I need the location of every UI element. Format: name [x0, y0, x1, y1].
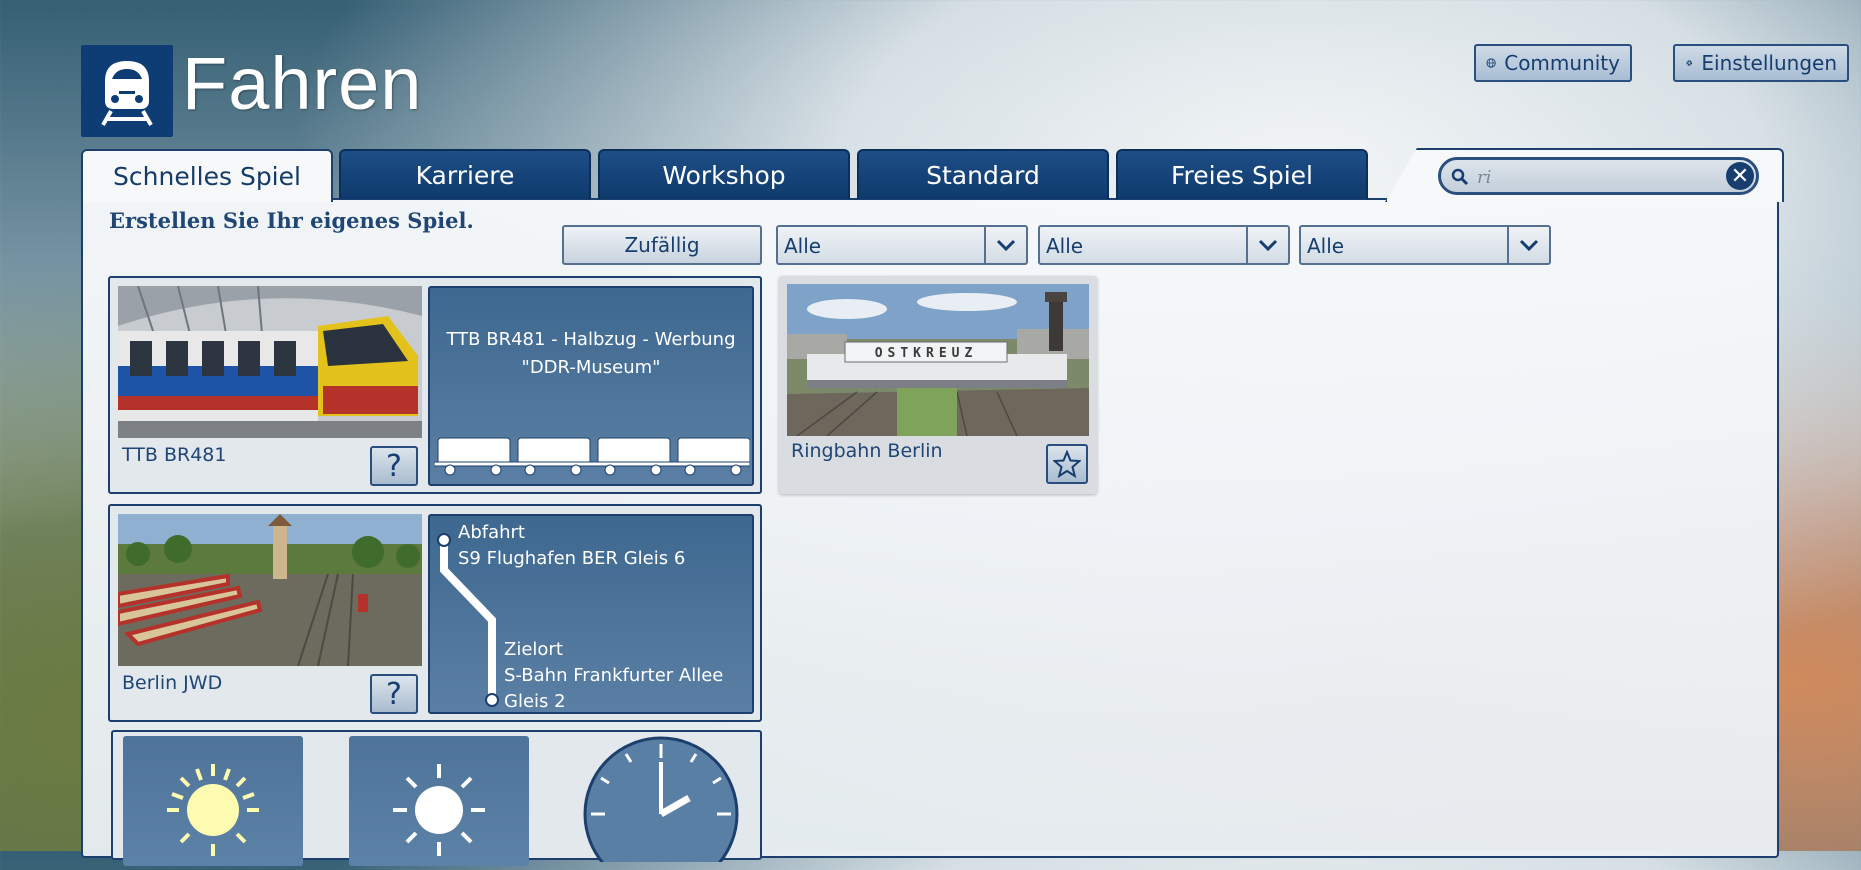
train-image [118, 286, 422, 438]
wagon-icons [434, 437, 750, 476]
sun-icon [393, 764, 485, 856]
scenario-image [118, 514, 422, 666]
tab-workshop[interactable]: Workshop [598, 149, 850, 199]
search-box: ✕ [1438, 157, 1759, 195]
clear-weather-option[interactable] [349, 736, 529, 866]
destination-value: S-Bahn Frankfurter Allee Gleis 2 [504, 665, 724, 712]
train-name: TTB BR481 [122, 444, 227, 466]
search-input[interactable] [1475, 164, 1719, 190]
scenario-info: Abfahrt S9 Flughafen BER Gleis 6 Zielort… [428, 514, 754, 714]
scenario-card[interactable]: Berlin JWD ? Abfahrt S9 Flughafen BER Gl… [108, 504, 762, 722]
train-icon [101, 61, 153, 126]
destination-label: Zielort [504, 639, 563, 660]
scenario-help-button[interactable]: ? [370, 674, 418, 714]
chevron-down-icon [984, 227, 1026, 263]
sunny-weather-option[interactable] [123, 736, 303, 866]
train-info: TTB BR481 - Halbzug - Werbung "DDR-Museu… [428, 286, 754, 486]
random-button[interactable]: Zufällig [562, 225, 762, 265]
tab-label: Standard [926, 160, 1040, 190]
chevron-down-icon [1507, 227, 1549, 263]
dropdown-value: Alle [1046, 234, 1084, 258]
train-description: TTB BR481 - Halbzug - Werbung "DDR-Museu… [446, 329, 736, 378]
route-image: OSTKREUZ [787, 284, 1089, 436]
ostkreuz-sign: OSTKREUZ [875, 346, 978, 361]
sun-icon [167, 764, 259, 856]
chevron-down-icon [1246, 227, 1288, 263]
time-option[interactable] [581, 732, 741, 870]
departure-label: Abfahrt [458, 522, 525, 543]
tab-label: Karriere [415, 160, 515, 190]
departure-value: S9 Flughafen BER Gleis 6 [458, 548, 686, 569]
community-label: Community [1504, 51, 1620, 75]
star-icon [1053, 450, 1081, 478]
clock-icon [583, 736, 739, 870]
community-button[interactable]: Community [1474, 44, 1632, 82]
close-icon: ✕ [1730, 163, 1750, 189]
dropdown-value: Alle [784, 234, 822, 258]
globe-icon [1486, 58, 1496, 68]
gear-icon [1686, 60, 1693, 66]
filter-dropdown-1[interactable]: Alle [776, 225, 1028, 265]
dropdown-value: Alle [1307, 234, 1345, 258]
help-label: ? [386, 676, 402, 712]
tab-label: Freies Spiel [1171, 160, 1313, 190]
train-help-button[interactable]: ? [370, 446, 418, 486]
help-label: ? [386, 448, 402, 484]
filter-dropdown-2[interactable]: Alle [1038, 225, 1290, 265]
weather-time-row [111, 730, 762, 870]
tab-karriere[interactable]: Karriere [339, 149, 591, 199]
tab-standard[interactable]: Standard [857, 149, 1109, 199]
train-card[interactable]: TTB BR481 ? TTB BR481 - Halbzug - Werbun… [108, 276, 762, 494]
settings-button[interactable]: Einstellungen [1673, 44, 1849, 82]
tab-label: Schnelles Spiel [113, 162, 301, 191]
filter-dropdown-3[interactable]: Alle [1299, 225, 1551, 265]
scenario-name: Berlin JWD [122, 672, 223, 694]
page-title: Fahren [182, 42, 423, 125]
tab-label: Workshop [662, 160, 786, 190]
search-icon [1451, 168, 1469, 186]
section-subtitle: Erstellen Sie Ihr eigenes Spiel. [109, 208, 474, 233]
settings-label: Einstellungen [1701, 51, 1837, 75]
app-logo [81, 45, 173, 137]
clear-search-button[interactable]: ✕ [1726, 162, 1754, 190]
tab-freies-spiel[interactable]: Freies Spiel [1116, 149, 1368, 199]
tab-schnelles-spiel[interactable]: Schnelles Spiel [81, 149, 333, 202]
route-name: Ringbahn Berlin [791, 440, 943, 462]
favorite-button[interactable] [1046, 444, 1088, 484]
route-card[interactable]: OSTKREUZ Ringbahn Berlin [779, 276, 1097, 494]
